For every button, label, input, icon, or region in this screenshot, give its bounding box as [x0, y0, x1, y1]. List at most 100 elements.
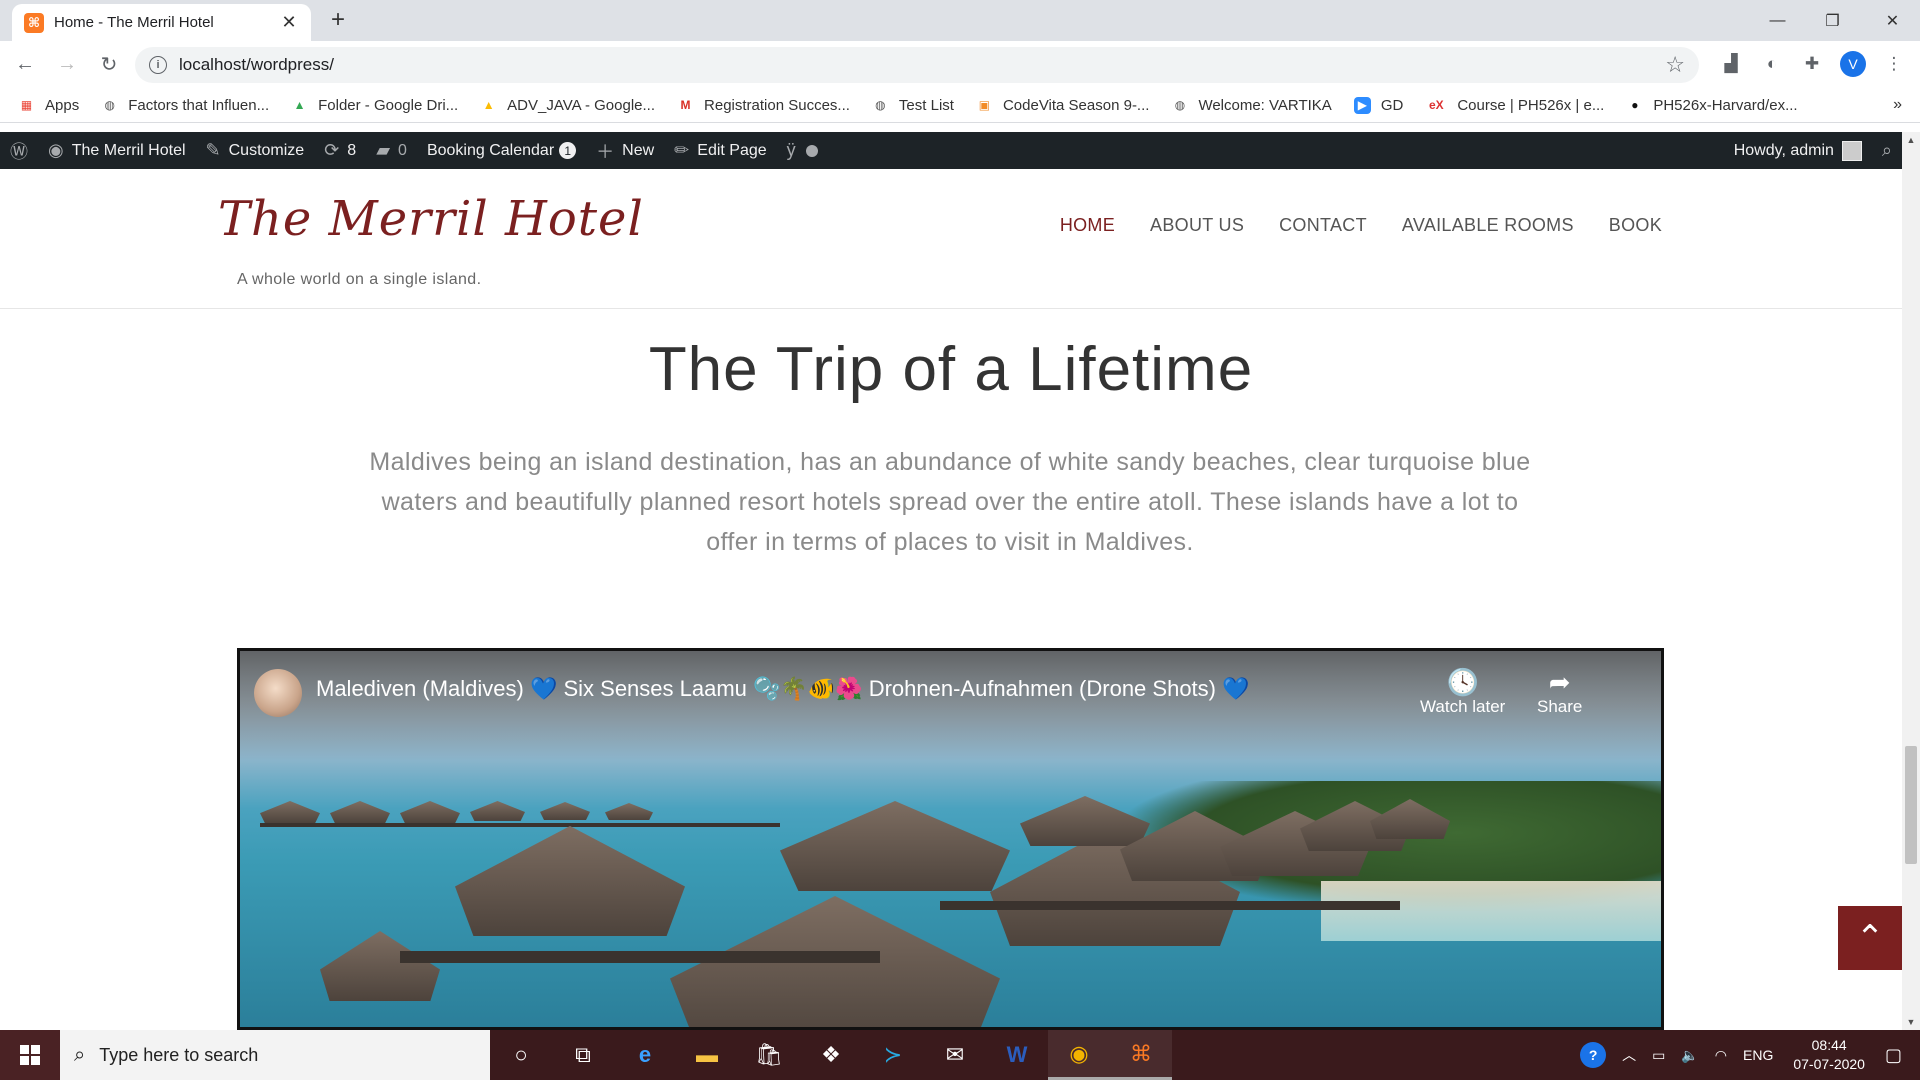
clock-icon: 🕓 — [1446, 667, 1479, 697]
video-title[interactable]: Malediven (Maldives) 💙 Six Senses Laamu … — [316, 676, 1250, 702]
admin-search[interactable]: ⌕ — [1872, 132, 1902, 169]
new-tab-icon[interactable]: + — [326, 8, 350, 32]
admin-booking-calendar[interactable]: Booking Calendar 1 — [417, 132, 586, 169]
mail-icon[interactable]: ✉ — [924, 1030, 986, 1080]
store-icon[interactable]: 🛍 — [738, 1030, 800, 1080]
nav-book[interactable]: BOOK — [1609, 215, 1662, 236]
profile-avatar[interactable]: V — [1840, 51, 1866, 77]
villa-hut — [605, 803, 653, 820]
admin-new[interactable]: ＋ New — [586, 132, 664, 169]
browser-tab[interactable]: ⌘ Home - The Merril Hotel ✕ — [12, 4, 311, 41]
volume-icon[interactable]: 🔈 — [1681, 1047, 1698, 1064]
scrollbar-thumb[interactable] — [1905, 746, 1917, 864]
admin-customize[interactable]: ✎ Customize — [196, 132, 315, 169]
admin-site-name[interactable]: ◉ The Merril Hotel — [38, 132, 196, 169]
restore-icon[interactable]: ❐ — [1805, 0, 1860, 41]
xampp-icon[interactable]: ⌘ — [1110, 1030, 1172, 1080]
analytics-extension-icon[interactable]: ▟ — [1717, 50, 1745, 78]
google-drive-icon: ▲ — [293, 98, 306, 112]
seo-status-dot-icon — [805, 144, 818, 157]
scroll-up-arrow-icon[interactable]: ▲ — [1902, 132, 1920, 148]
watch-later-button[interactable]: 🕓 Watch later — [1420, 667, 1505, 717]
cortana-icon[interactable]: ○ — [490, 1030, 552, 1080]
bookmark-label: Folder - Google Dri... — [318, 96, 459, 114]
close-window-icon[interactable]: ✕ — [1865, 0, 1920, 41]
admin-account[interactable]: Howdy, admin — [1724, 132, 1872, 169]
admin-edit-page[interactable]: ✏ Edit Page — [664, 132, 776, 169]
bookmark-item[interactable]: ◍ Welcome: VARTIKA — [1171, 97, 1332, 114]
notifications-icon[interactable]: ▢ — [1885, 1045, 1902, 1066]
villa-hut — [320, 931, 440, 1001]
forward-icon[interactable]: → — [50, 48, 84, 82]
villa-hut — [400, 801, 460, 823]
nav-available-rooms[interactable]: AVAILABLE ROOMS — [1402, 215, 1574, 236]
codevita-icon: ▣ — [978, 98, 991, 112]
bookmark-label: Test List — [898, 96, 954, 114]
word-icon[interactable]: W — [986, 1030, 1048, 1080]
help-icon[interactable]: ? — [1580, 1042, 1607, 1068]
edx-icon: eX — [1428, 98, 1444, 112]
bookmark-label: CodeVita Season 9-... — [1002, 96, 1150, 114]
updates-icon: ⟳ — [324, 140, 340, 160]
admin-comments[interactable]: ▰ 0 — [366, 132, 417, 169]
dashboard-gauge-icon: ◉ — [48, 140, 64, 160]
bookmark-item[interactable]: ▣ CodeVita Season 9-... — [976, 96, 1150, 114]
windows-logo-icon — [20, 1045, 40, 1065]
wp-logo-menu[interactable]: Ⓦ — [0, 132, 38, 169]
language-indicator[interactable]: ENG — [1743, 1047, 1773, 1063]
back-to-top-button[interactable]: ⌃ — [1838, 906, 1902, 970]
clock[interactable]: 08:44 07-07-2020 — [1793, 1036, 1865, 1074]
bookmark-item[interactable]: eX Course | PH526x | e... — [1425, 97, 1604, 114]
bookmark-item[interactable]: ◍ Factors that Influen... — [101, 97, 269, 114]
bookmark-star-icon[interactable]: ☆ — [1665, 52, 1685, 78]
bookmark-label: ADV_JAVA - Google... — [507, 96, 656, 114]
admin-updates[interactable]: ⟳ 8 — [314, 132, 366, 169]
embedded-video[interactable]: Malediven (Maldives) 💙 Six Senses Laamu … — [237, 648, 1664, 1030]
bookmark-item[interactable]: ▶ GD — [1353, 96, 1403, 114]
dropbox-icon[interactable]: ❖ — [800, 1030, 862, 1080]
bookmark-item[interactable]: ● PH526x-Harvard/ex... — [1626, 97, 1797, 114]
wifi-icon[interactable]: ◠ — [1715, 1047, 1727, 1064]
taskbar-search[interactable]: ⌕ Type here to search — [60, 1030, 490, 1080]
minimize-icon[interactable]: — — [1750, 0, 1805, 41]
start-button[interactable] — [0, 1030, 60, 1080]
site-header: The Merril Hotel A whole world on a sing… — [0, 169, 1902, 309]
puzzle-extensions-icon[interactable]: ✚ — [1798, 50, 1826, 78]
more-bookmarks-icon[interactable]: » — [1893, 96, 1902, 114]
battery-icon[interactable]: ▭ — [1652, 1047, 1665, 1064]
bookmark-item[interactable]: ◍ Test List — [872, 97, 954, 114]
share-label: Share — [1537, 697, 1583, 716]
vscode-icon[interactable]: ≻ — [862, 1030, 924, 1080]
address-bar[interactable]: i localhost/wordpress/ ☆ — [135, 47, 1699, 83]
bookmark-item[interactable]: ▲ ADV_JAVA - Google... — [480, 97, 655, 114]
back-icon[interactable]: ← — [8, 48, 42, 82]
chrome-icon[interactable]: ◉ — [1048, 1030, 1110, 1080]
share-button[interactable]: ➦ Share — [1537, 667, 1582, 717]
extension-circle-icon[interactable]: ◐ — [1758, 50, 1786, 78]
admin-customize-label: Customize — [228, 141, 305, 159]
nav-home[interactable]: HOME — [1060, 215, 1115, 236]
edge-icon[interactable]: e — [614, 1030, 676, 1080]
show-hidden-icons-icon[interactable]: ︿ — [1622, 1045, 1636, 1065]
bookmark-item[interactable]: M Registration Succes... — [677, 97, 850, 114]
info-icon[interactable]: i — [149, 56, 167, 74]
chevron-up-icon: ⌃ — [1855, 919, 1885, 957]
nav-about-us[interactable]: ABOUT US — [1150, 215, 1244, 236]
file-explorer-icon[interactable]: ▬ — [676, 1030, 738, 1080]
task-view-icon[interactable]: ⧉ — [552, 1030, 614, 1080]
menu-kebab-icon[interactable]: ⋮ — [1880, 50, 1908, 78]
admin-site-name-label: The Merril Hotel — [71, 141, 186, 159]
reload-icon[interactable]: ↻ — [92, 48, 126, 82]
close-tab-icon[interactable]: ✕ — [279, 12, 299, 33]
site-title[interactable]: The Merril Hotel — [218, 191, 644, 247]
browser-toolbar: ← → ↻ i localhost/wordpress/ ☆ — [0, 41, 1920, 88]
channel-avatar[interactable] — [254, 669, 302, 717]
bookmark-label: Course | PH526x | e... — [1457, 96, 1605, 114]
page-scrollbar[interactable]: ▲ ▼ — [1902, 132, 1920, 1030]
villa-hut — [260, 801, 320, 823]
bookmark-apps[interactable]: ▦ Apps — [18, 97, 79, 114]
bookmark-item[interactable]: ▲ Folder - Google Dri... — [291, 96, 459, 114]
scroll-down-arrow-icon[interactable]: ▼ — [1902, 1014, 1920, 1030]
nav-contact[interactable]: CONTACT — [1279, 215, 1367, 236]
admin-yoast[interactable]: ÿ — [777, 132, 828, 169]
